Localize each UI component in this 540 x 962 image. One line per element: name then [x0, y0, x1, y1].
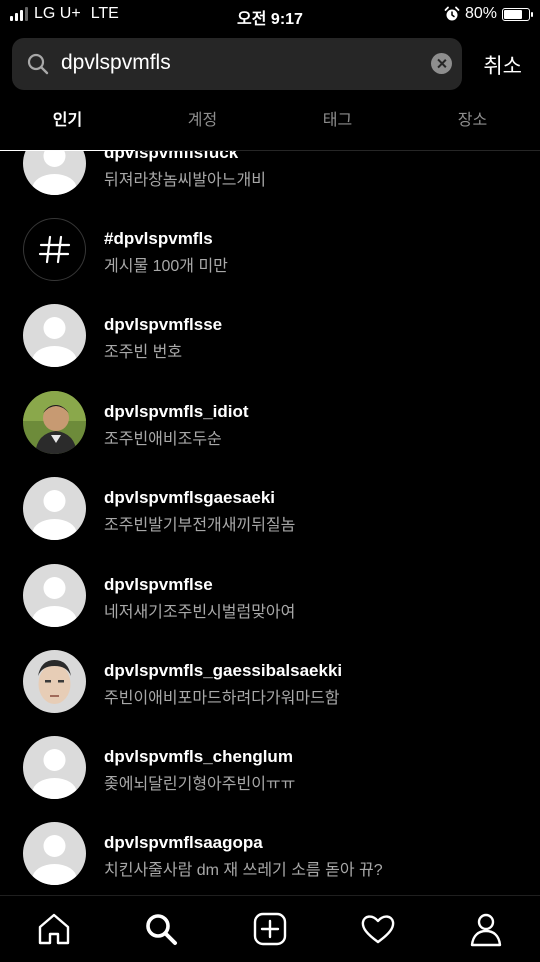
list-item[interactable]: #dpvlspvmfls 게시물 100개 미만	[0, 207, 540, 293]
result-subtitle: 조주빈애비조두순	[104, 431, 222, 448]
list-item[interactable]: dpvlspvmflsse 조주빈 번호	[0, 293, 540, 379]
result-title: dpvlspvmflsaagopa	[104, 833, 263, 852]
result-title: dpvlspvmflsfuck	[104, 151, 239, 162]
bottom-nav	[0, 895, 540, 962]
search-tabs: 인기 계정 태그 장소	[0, 100, 540, 151]
result-title: dpvlspvmflse	[104, 575, 213, 594]
result-title: dpvlspvmfls_gaessibalsaekki	[104, 661, 343, 680]
list-item[interactable]: dpvlspvmfls_chenglum 좆에뇌달린기형아주빈이ㅠㅠ	[0, 725, 540, 811]
results-list: dpvlspvmflsfuck 뒤져라창놈씨발아느개비 #dpvlspvmfls…	[0, 151, 540, 895]
clear-search-icon[interactable]	[431, 53, 452, 74]
default-avatar-icon	[23, 151, 86, 195]
list-item[interactable]: dpvlspvmfls_idiot 조주빈애비조두순	[0, 380, 540, 466]
result-title: dpvlspvmflsse	[104, 315, 223, 334]
list-item[interactable]: dpvlspvmflse 네저새기조주빈시벌럼맞아여	[0, 553, 540, 639]
search-icon[interactable]	[142, 910, 180, 948]
default-avatar-icon	[23, 822, 86, 885]
default-avatar-icon	[23, 304, 86, 367]
result-title: dpvlspvmfls_idiot	[104, 402, 249, 421]
status-right: 80%	[444, 5, 533, 23]
list-item[interactable]: dpvlspvmfls_gaessibalsaekki 주빈이애비포마드하려다가…	[0, 639, 540, 725]
battery-icon	[502, 7, 533, 21]
result-subtitle: 뒤져라창놈씨발아느개비	[104, 172, 266, 189]
profile-icon[interactable]	[467, 910, 505, 948]
default-avatar-icon	[23, 736, 86, 799]
default-avatar-icon	[23, 564, 86, 627]
result-title: dpvlspvmfls_chenglum	[104, 747, 293, 766]
cancel-button[interactable]: 취소	[483, 50, 522, 80]
heart-icon[interactable]	[359, 910, 397, 948]
profile-photo-avatar	[23, 391, 86, 454]
battery-percent: 80%	[464, 5, 497, 22]
default-avatar-icon	[23, 477, 86, 540]
hashtag-icon	[23, 218, 86, 281]
result-subtitle: 조주빈 번호	[104, 344, 183, 361]
tab-accounts[interactable]: 계정	[135, 100, 270, 150]
alarm-icon	[444, 6, 460, 21]
result-title: dpvlspvmflsgaesaeki	[104, 488, 276, 507]
result-subtitle: 네저새기조주빈시벌럼맞아여	[104, 604, 296, 621]
result-subtitle: 게시물 100개 미만	[104, 258, 228, 275]
result-subtitle: 치킨사줄사람 dm 재 쓰레기 소름 돋아 뀨?	[104, 862, 383, 879]
home-icon[interactable]	[35, 910, 73, 948]
list-item[interactable]: dpvlspvmflsaagopa 치킨사줄사람 dm 재 쓰레기 소름 돋아 …	[0, 811, 540, 895]
result-subtitle: 조주빈발기부전개새끼뒤질놈	[104, 517, 296, 534]
tab-top[interactable]: 인기	[0, 100, 135, 151]
add-post-icon[interactable]	[251, 910, 289, 948]
search-input[interactable]: dpvlspvmfls	[12, 38, 462, 90]
status-bar: LG U+ LTE 오전 9:17 80%	[0, 0, 540, 30]
list-item[interactable]: dpvlspvmflsfuck 뒤져라창놈씨발아느개비	[0, 151, 540, 207]
search-icon	[27, 53, 49, 75]
result-subtitle: 주빈이애비포마드하려다가워마드함	[104, 690, 340, 707]
profile-photo-avatar	[23, 650, 86, 713]
result-title: #dpvlspvmfls	[104, 229, 213, 248]
tab-places[interactable]: 장소	[405, 100, 540, 150]
tab-tags[interactable]: 태그	[270, 100, 405, 150]
result-subtitle: 좆에뇌달린기형아주빈이ㅠㅠ	[104, 776, 296, 793]
search-query[interactable]: dpvlspvmfls	[61, 51, 171, 75]
list-item[interactable]: dpvlspvmflsgaesaeki 조주빈발기부전개새끼뒤질놈	[0, 466, 540, 552]
search-row: dpvlspvmfls 취소	[12, 38, 528, 90]
